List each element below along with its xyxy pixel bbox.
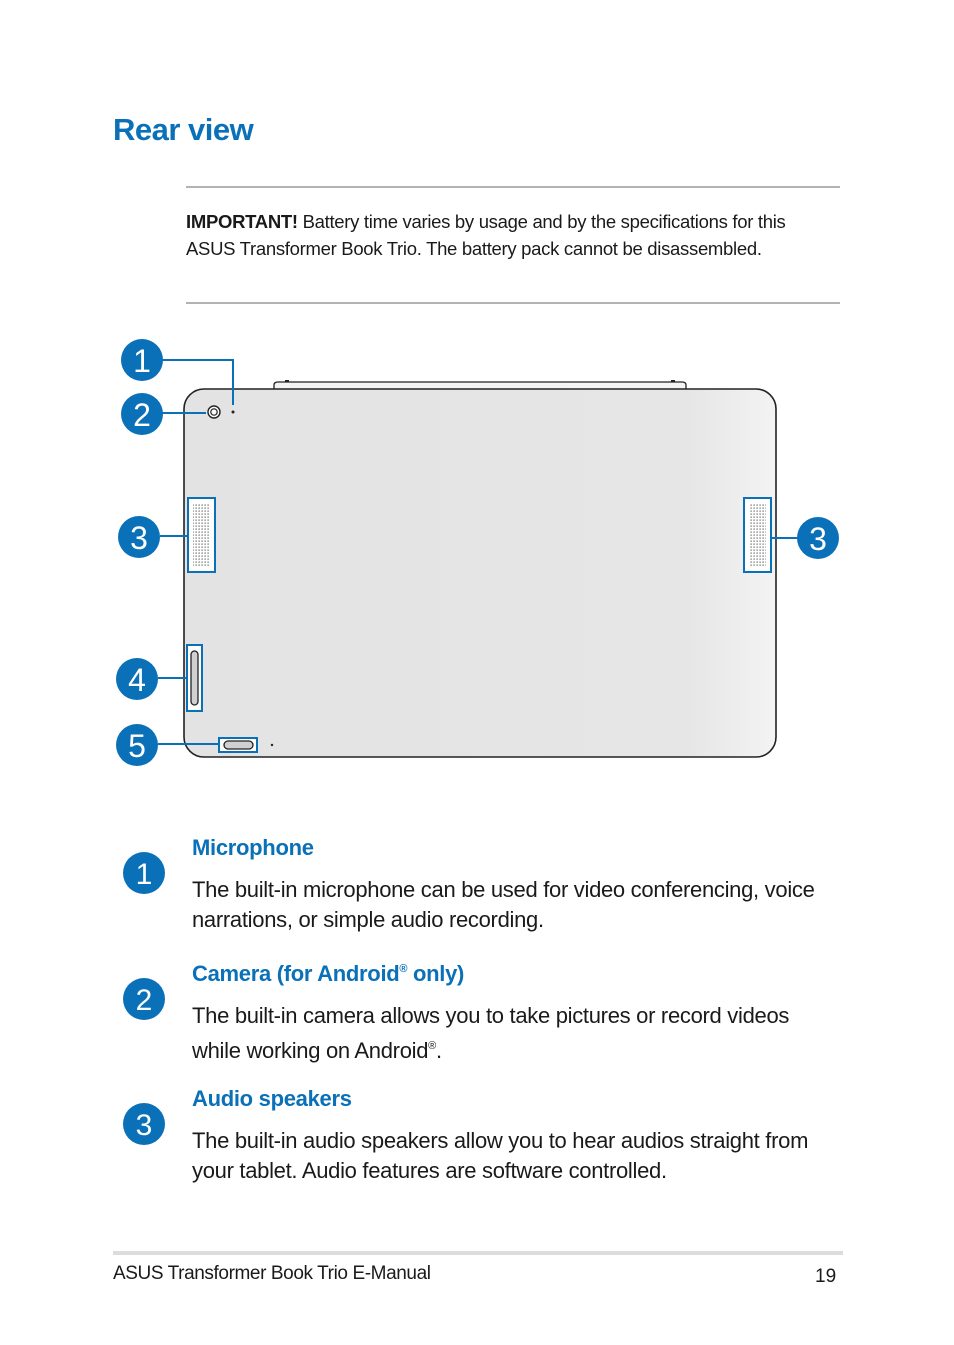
callout-3-left-number: 3 <box>130 520 148 556</box>
registered-mark: ® <box>428 1040 436 1052</box>
footer-manual-title: ASUS Transformer Book Trio E-Manual <box>113 1263 431 1284</box>
footer-divider <box>113 1251 843 1255</box>
indicator-dot <box>270 743 274 747</box>
microphone-hole <box>231 410 235 414</box>
item-3-description: The built-in audio speakers allow you to… <box>192 1128 809 1183</box>
item-2-description: The built-in camera allows you to take p… <box>192 1001 842 1066</box>
item-2-heading-tail: only) <box>407 961 465 986</box>
item-2-description-tail: . <box>435 1038 442 1063</box>
callout-badge-5: 5 <box>116 724 158 766</box>
item-2-heading: Camera (for Android® only) <box>192 961 464 987</box>
item-1-description: The built-in microphone can be used for … <box>192 877 815 932</box>
item-1-badge: 1 <box>123 852 165 894</box>
callout-3-right-number: 3 <box>809 521 827 557</box>
important-label: IMPORTANT! <box>186 211 298 232</box>
item-1-number: 1 <box>136 858 153 891</box>
important-note: IMPORTANT! Battery time varies by usage … <box>186 209 806 262</box>
tablet-body <box>183 388 777 758</box>
page-title: Rear view <box>113 112 254 147</box>
note-top-divider <box>186 186 840 188</box>
callout-1-number: 1 <box>133 343 151 379</box>
item-2-number: 2 <box>136 984 153 1017</box>
bottom-port <box>218 737 258 753</box>
item-2-badge: 2 <box>123 978 165 1020</box>
callout-badge-3-left: 3 <box>118 516 160 558</box>
dock-connector-edge <box>273 380 687 389</box>
callout-badge-1: 1 <box>121 339 163 381</box>
item-2-heading-text: Camera (for Android <box>192 961 400 986</box>
callout-badge-2: 2 <box>121 393 163 435</box>
note-bottom-divider <box>186 302 840 304</box>
callout-4-number: 4 <box>128 662 146 698</box>
callout-badge-3-right: 3 <box>797 517 839 559</box>
item-2-description-text: The built-in camera allows you to take p… <box>192 1003 790 1063</box>
item-3-heading-text: Audio speakers <box>192 1086 352 1111</box>
page-number: 19 <box>815 1266 837 1287</box>
left-speaker-grille <box>187 497 216 573</box>
camera-lens <box>207 405 221 419</box>
item-3-number: 3 <box>136 1109 153 1142</box>
tablet-rear-diagram: 1 2 3 3 4 5 <box>116 339 839 766</box>
right-speaker-grille <box>743 497 772 573</box>
side-slot <box>186 644 203 712</box>
callout-5-number: 5 <box>128 728 146 764</box>
callout-2-number: 2 <box>133 397 151 433</box>
item-1-heading: Microphone <box>192 835 314 861</box>
item-1-heading-text: Microphone <box>192 835 314 860</box>
item-3-badge: 3 <box>123 1103 165 1145</box>
item-3-heading: Audio speakers <box>192 1086 352 1112</box>
callout-badge-4: 4 <box>116 658 158 700</box>
